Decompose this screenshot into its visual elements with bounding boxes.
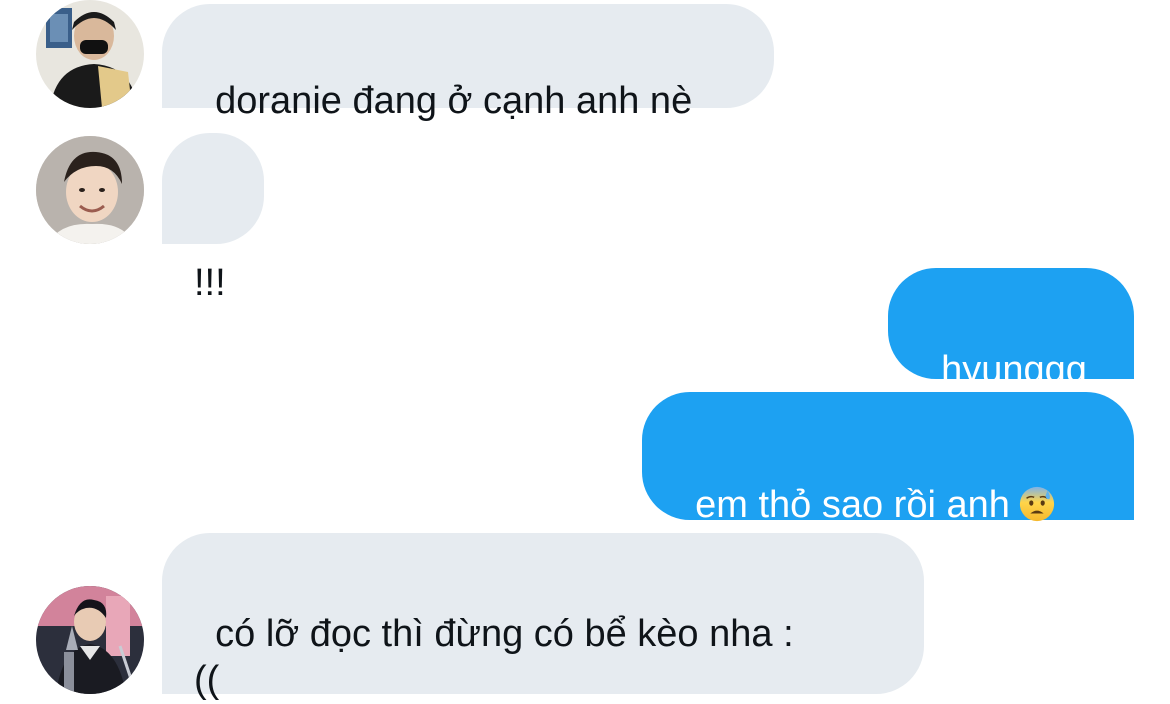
- message-bubble-5[interactable]: có lỡ đọc thì đừng có bể kèo nha : ((: [162, 533, 924, 701]
- message-text: hyunggg: [941, 349, 1087, 391]
- sender-avatar-1[interactable]: [36, 0, 144, 108]
- sender-avatar-2[interactable]: [36, 136, 144, 244]
- message-bubble-4[interactable]: em thỏ sao rồi anh: [642, 392, 1134, 526]
- message-bubble-2[interactable]: !!!: [162, 133, 264, 304]
- message-text: có lỡ đọc thì đừng có bể kèo nha : ((: [194, 613, 794, 701]
- sender-avatar-3[interactable]: [36, 586, 144, 694]
- message-bubble-1[interactable]: doranie đang ở cạnh anh nè: [162, 4, 774, 122]
- message-text: em thỏ sao rồi anh: [695, 484, 1010, 526]
- anxious-face-with-sweat-icon: [1018, 485, 1056, 523]
- message-text: doranie đang ở cạnh anh nè: [215, 80, 693, 122]
- message-text: !!!: [194, 262, 226, 304]
- message-bubble-3[interactable]: hyunggg: [888, 268, 1134, 391]
